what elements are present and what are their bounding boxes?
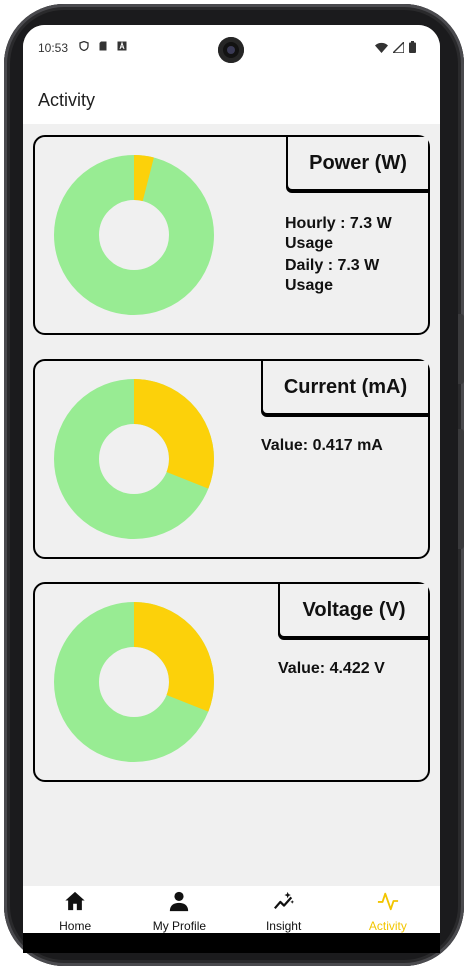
system-nav-bar [23,933,440,953]
nav-item-activity[interactable]: Activity [336,886,440,933]
current-donut-chart [54,379,214,539]
nav-label-my-profile: My Profile [152,919,207,933]
app-screen: 10:53 Activity Power (W) Hourly : 7.3 W … [23,25,440,933]
nav-label-insight: Insight [265,919,302,933]
volume-button [458,314,464,384]
power-button [458,429,464,549]
signal-icon [393,41,404,53]
font-icon [117,41,127,51]
page-title: Activity [38,90,96,110]
power-hourly-usage: Hourly : 7.3 W Usage [285,215,392,252]
power-card: Power (W) Hourly : 7.3 W Usage Daily : 7… [33,135,430,335]
nav-label-home: Home [59,919,92,933]
person-icon [170,891,189,912]
nav-item-home[interactable]: Home [23,886,127,933]
status-bar: 10:53 [23,25,440,71]
voltage-card: Voltage (V) Value: 4.422 V [33,582,430,782]
current-title: Current (mA) [261,361,428,415]
app-header: Activity [23,71,440,124]
battery-icon [409,41,416,53]
activity-icon [377,892,398,911]
shield-icon [79,41,89,51]
current-card: Current (mA) Value: 0.417 mA [33,359,430,559]
power-daily-usage: Daily : 7.3 W Usage [285,257,380,294]
power-title: Power (W) [286,137,428,191]
status-time: 10:53 [38,41,69,55]
voltage-value: Value: 4.422 V [278,660,385,677]
status-right-icons [375,41,416,53]
home-icon [65,891,85,911]
current-value: Value: 0.417 mA [261,437,383,454]
voltage-title: Voltage (V) [278,584,428,638]
nav-item-insight[interactable]: Insight [232,886,336,933]
wifi-icon [375,42,388,53]
front-camera [218,37,244,63]
power-donut-chart [54,155,214,315]
status-left-icons [79,41,127,51]
bottom-nav: Home My Profile Insight Activity [23,886,440,933]
nav-label-activity: Activity [368,919,407,933]
nav-item-my-profile[interactable]: My Profile [127,886,231,933]
voltage-donut-chart [54,602,214,762]
sd-card-icon [99,41,107,51]
insight-icon [273,891,294,910]
